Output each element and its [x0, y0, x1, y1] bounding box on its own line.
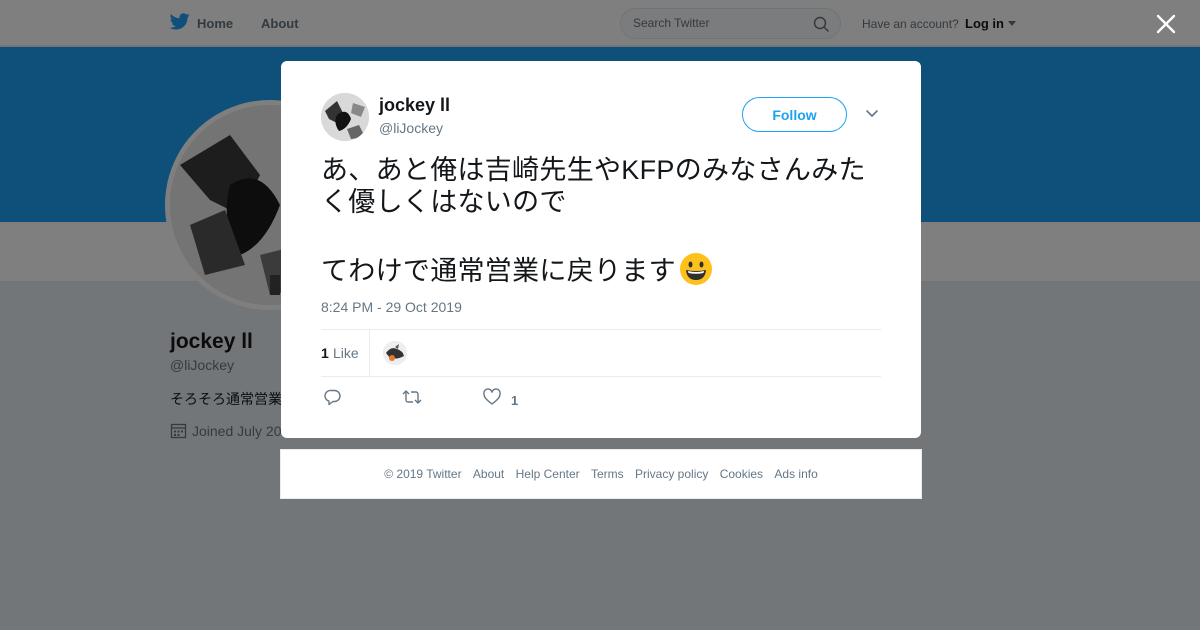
footer-copyright: © 2019 Twitter	[384, 467, 462, 481]
footer-link-privacy[interactable]: Privacy policy	[635, 467, 708, 481]
footer-link-about[interactable]: About	[473, 467, 504, 481]
heart-icon[interactable]	[483, 388, 501, 406]
tweet-modal: jockey ll @liJockey Follow あ、あと俺は吉崎先生やKF…	[281, 61, 921, 438]
modal-footer: © 2019 Twitter About Help Center Terms P…	[280, 449, 922, 499]
liker-avatar-image	[383, 341, 407, 365]
chevron-down-icon[interactable]	[865, 109, 879, 119]
author-handle[interactable]: @liJockey	[379, 120, 443, 136]
liker-avatar[interactable]	[383, 341, 407, 365]
grinning-face-emoji-icon	[679, 253, 712, 285]
author-avatar-image	[321, 93, 369, 141]
stats-divider	[369, 330, 370, 376]
tweet-timestamp[interactable]: 8:24 PM - 29 Oct 2019	[321, 299, 462, 315]
tweet-text-line: てわけで通常営業に戻ります	[321, 256, 676, 286]
likes-count[interactable]: 1	[321, 345, 329, 361]
follow-button[interactable]: Follow	[742, 97, 847, 132]
like-action-count: 1	[511, 393, 519, 408]
tweet-text-line: く優しくはないので	[321, 187, 567, 217]
footer-link-help-center[interactable]: Help Center	[516, 467, 580, 481]
author-name[interactable]: jockey ll	[379, 95, 450, 116]
tweet-line-gap	[321, 218, 889, 252]
tweet-actions: 1	[321, 383, 881, 413]
author-avatar[interactable]	[321, 93, 369, 141]
footer-link-terms[interactable]: Terms	[591, 467, 624, 481]
footer-link-ads-info[interactable]: Ads info	[774, 467, 817, 481]
tweet-stats: 1 Like	[321, 329, 881, 377]
tweet-text: あ、あと俺は吉崎先生やKFPのみなさんみた く優しくはないので てわけで通常営業…	[321, 154, 889, 287]
close-icon[interactable]	[1154, 12, 1178, 36]
tweet-text-line-last: てわけで通常営業に戻ります	[321, 252, 889, 287]
footer-link-cookies[interactable]: Cookies	[720, 467, 763, 481]
reply-icon[interactable]	[324, 388, 342, 406]
retweet-icon[interactable]	[402, 388, 422, 406]
tweet-text-line: あ、あと俺は吉崎先生やKFPのみなさんみた	[321, 155, 866, 185]
likes-label[interactable]: Like	[333, 345, 359, 361]
